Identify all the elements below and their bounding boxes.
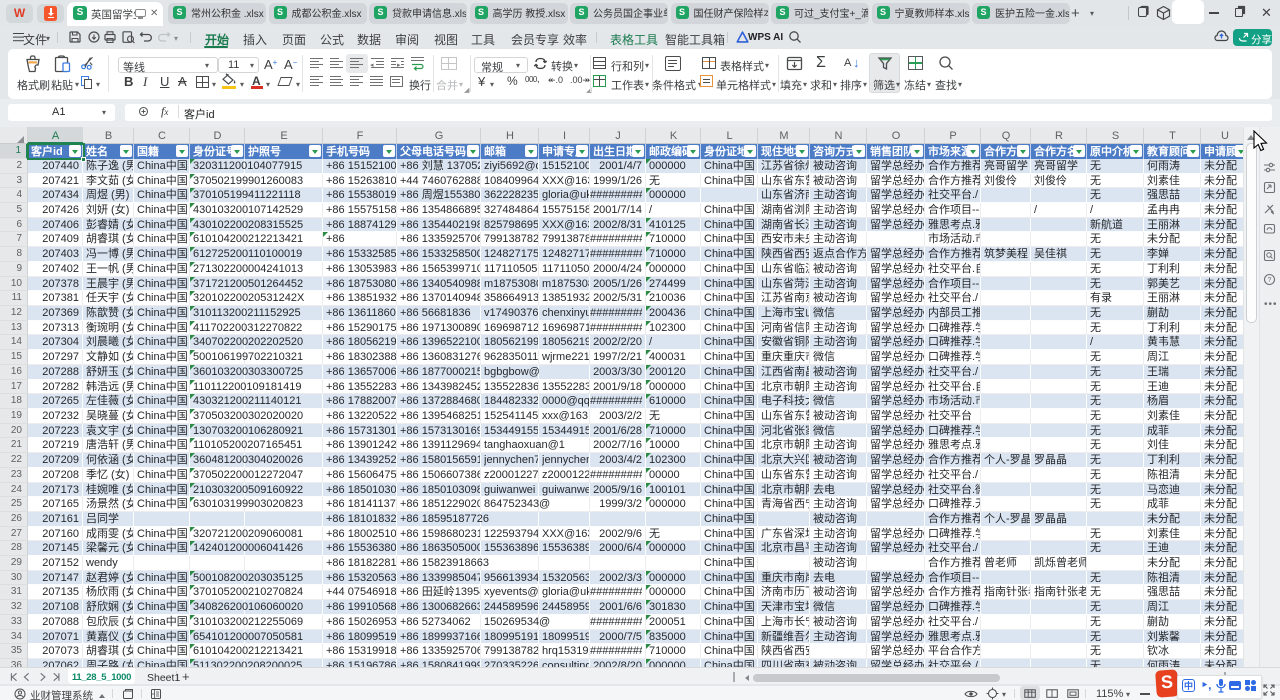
svg-text:?: ? <box>1268 277 1272 284</box>
